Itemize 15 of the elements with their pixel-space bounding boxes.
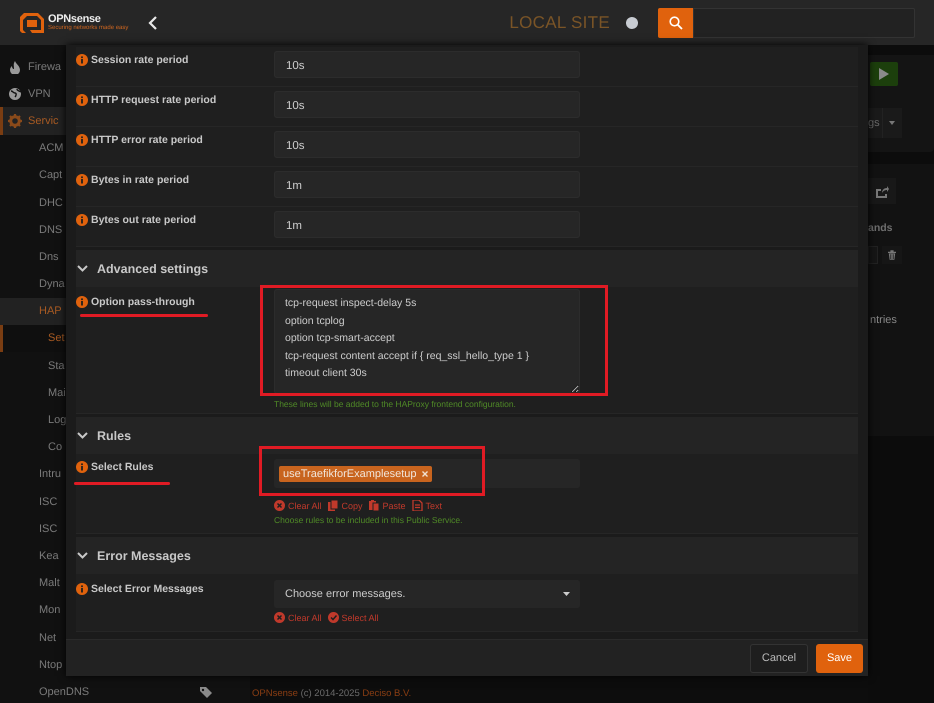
site-name: LOCAL SITE <box>509 12 610 32</box>
help-text: Choose rules to be included in this Public Service. <box>274 515 464 525</box>
field-label: Option pass-through <box>91 295 195 309</box>
copyright-text: OPNsense (c) 2014-2025 Deciso B.V. <box>252 688 412 699</box>
field-label: HTTP request rate period <box>91 93 216 107</box>
field-label: Select Error Messages <box>91 582 204 596</box>
help-text: These lines will be added to the HAProxy frontend configuration. <box>274 399 517 409</box>
column-header: ands <box>868 222 893 234</box>
field-label: Bytes out rate period <box>91 213 196 227</box>
field-label: Session rate period <box>91 53 188 67</box>
field-label: Select Rules <box>91 460 154 474</box>
brand-name: OPNsense <box>48 14 102 24</box>
field-label: Bytes in rate period <box>91 173 190 187</box>
field-label: HTTP error rate period <box>91 133 203 147</box>
entries-text: ntries <box>870 314 897 326</box>
